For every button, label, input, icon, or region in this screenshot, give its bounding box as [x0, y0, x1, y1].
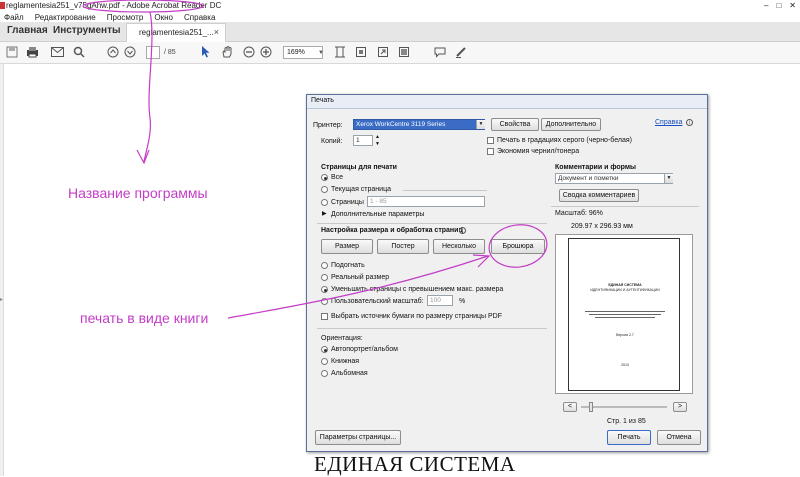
annotation-arrowhead-title [136, 149, 150, 165]
annotation-circle-title [82, 0, 204, 13]
annotation-circle-booklet [488, 224, 548, 268]
annotation-arrow-booklet [227, 255, 489, 319]
annotation-overlay [82, 0, 548, 319]
annotation-program-name: Название программы [68, 185, 208, 201]
annotation-arrow-title [143, 11, 153, 163]
annotation-booklet-print: печать в виде книги [80, 310, 209, 326]
